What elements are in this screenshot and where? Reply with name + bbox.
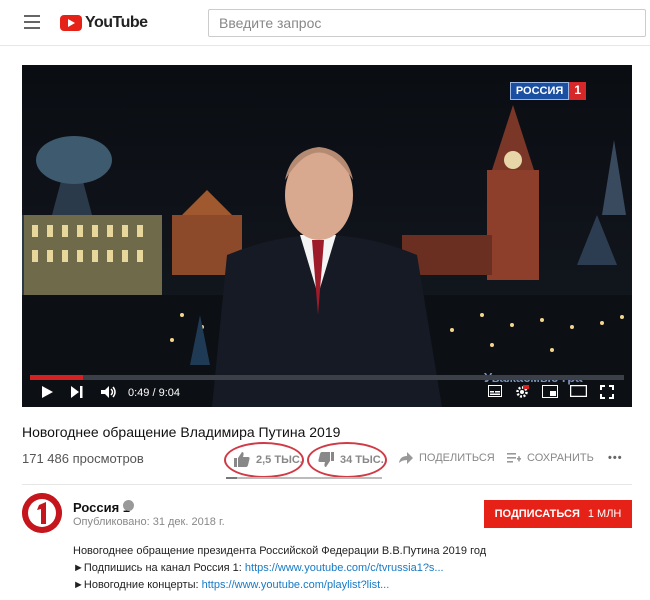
video-player[interactable]: РОССИЯ 1 Уважаемые гра 0:49 / 9:04	[22, 65, 632, 407]
subscribe-label: ПОДПИСАТЬСЯ	[494, 508, 580, 520]
description-line-1: Новогоднее обращение президента Российск…	[73, 545, 487, 557]
theater-mode-icon[interactable]	[570, 385, 587, 397]
volume-icon[interactable]	[100, 385, 118, 399]
logo-text: YouTube	[85, 14, 148, 31]
like-ratio-fill	[226, 477, 237, 479]
dislike-count: 34 ТЫС.	[340, 453, 384, 466]
like-count: 2,5 ТЫС.	[256, 453, 303, 466]
share-label: ПОДЕЛИТЬСЯ	[419, 452, 495, 464]
save-label: СОХРАНИТЬ	[527, 452, 594, 464]
next-icon[interactable]	[70, 385, 84, 399]
description-line-2: ►Подпишись на канал Россия 1: https://ww…	[73, 562, 444, 574]
subscriber-count: 1 МЛН	[587, 508, 622, 520]
share-button[interactable]: ПОДЕЛИТЬСЯ	[399, 452, 495, 464]
channel-name[interactable]: Россия 1	[73, 500, 130, 515]
description-line-3: ►Новогодние концерты: https://www.youtub…	[73, 579, 389, 591]
like-button[interactable]: 2,5 ТЫС.	[234, 452, 303, 467]
play-icon[interactable]	[40, 385, 54, 399]
video-frame	[22, 65, 632, 407]
settings-icon[interactable]	[515, 385, 529, 399]
channel-watermark: РОССИЯ 1	[509, 82, 586, 100]
watermark-name: РОССИЯ	[509, 82, 570, 100]
youtube-logo[interactable]: YouTube	[60, 12, 148, 34]
duration: 9:04	[158, 387, 181, 399]
watermark-number: 1	[569, 82, 586, 100]
channel-avatar[interactable]	[22, 493, 62, 533]
subtitles-icon[interactable]	[488, 385, 502, 397]
add-to-playlist-icon	[507, 453, 521, 463]
search-input[interactable]	[208, 9, 646, 37]
info-divider	[22, 484, 632, 485]
player-controls: 0:49 / 9:04	[22, 379, 632, 407]
share-arrow-icon	[399, 452, 413, 464]
miniplayer-icon[interactable]	[542, 385, 558, 398]
channel-subscribe-link[interactable]: https://www.youtube.com/c/tvrussia1?s...	[245, 562, 444, 574]
subscribe-button[interactable]: ПОДПИСАТЬСЯ 1 МЛН	[484, 500, 632, 528]
masthead: YouTube	[0, 0, 650, 46]
video-title: Новогоднее обращение Владимира Путина 20…	[22, 424, 341, 440]
time-display: 0:49 / 9:04	[128, 387, 181, 399]
more-actions-button[interactable]: •••	[608, 452, 623, 464]
description-line-2-text: ►Подпишись на канал Россия 1:	[73, 562, 245, 574]
save-button[interactable]: СОХРАНИТЬ	[507, 452, 594, 464]
description-line-3-text: ►Новогодние концерты:	[73, 579, 202, 591]
view-count: 171 486 просмотров	[22, 451, 144, 466]
youtube-play-icon	[60, 15, 82, 31]
verified-check-icon	[123, 500, 134, 511]
concerts-playlist-link[interactable]: https://www.youtube.com/playlist?list...	[202, 579, 390, 591]
fullscreen-icon[interactable]	[600, 385, 614, 399]
menu-icon[interactable]	[24, 15, 40, 29]
dislike-button[interactable]: 34 ТЫС.	[318, 452, 384, 467]
thumbs-up-icon	[234, 452, 250, 467]
thumbs-down-icon	[318, 452, 334, 467]
publish-date: Опубликовано: 31 дек. 2018 г.	[73, 516, 225, 528]
more-dots-icon: •••	[608, 452, 623, 464]
current-time: 0:49	[128, 387, 150, 399]
like-dislike-ratio-bar	[226, 477, 382, 479]
